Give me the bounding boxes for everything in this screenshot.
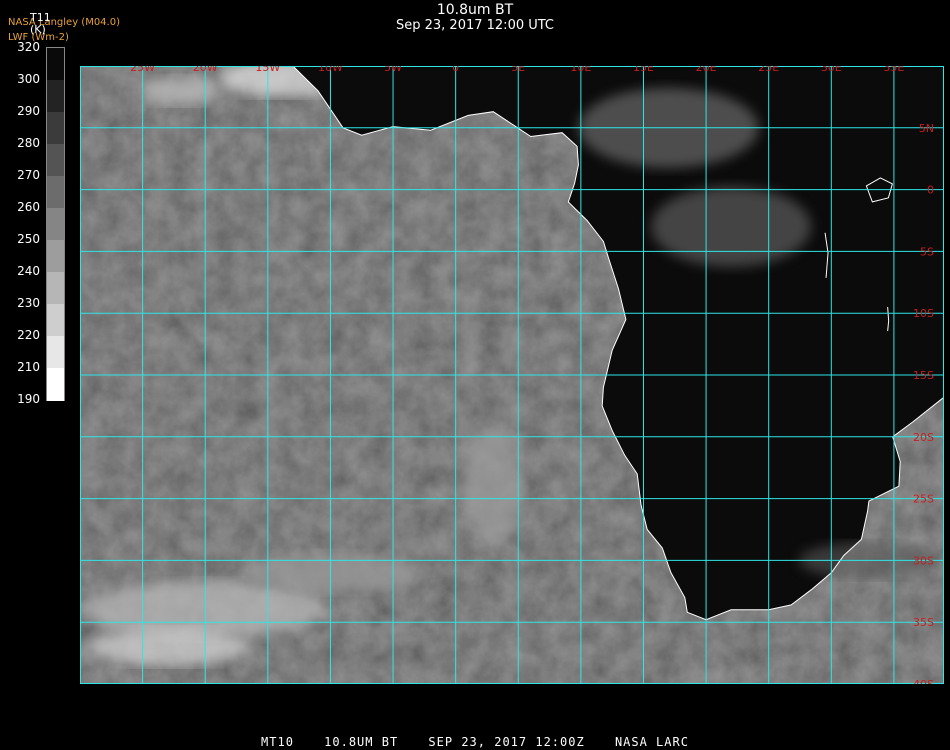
longitude-label: 25W (130, 66, 155, 74)
colorbar-segment (47, 240, 64, 273)
colorbar-segment (47, 336, 64, 369)
latitude-label: 35S (913, 616, 934, 629)
colorbar-tick-label: 290 (17, 104, 40, 118)
colorbar-segment (47, 80, 64, 113)
latitude-label: 5S (920, 245, 934, 258)
colorbar-tick-label: 240 (17, 264, 40, 278)
latitude-label: 20S (913, 431, 934, 444)
footer-channel: 10.8UM BT (324, 735, 399, 749)
latitude-label: 10S (913, 307, 934, 320)
colorbar-unit: (K) (30, 23, 46, 36)
footer-bar: MT10 10.8UM BT SEP 23, 2017 12:00Z NASA … (0, 735, 950, 749)
colorbar-segment (47, 48, 64, 81)
latitude-label: 30S (913, 554, 934, 567)
latitude-label: 15S (913, 369, 934, 382)
cloud-patch (87, 628, 248, 665)
longitude-label: 20E (696, 66, 717, 74)
longitude-label: 5W (384, 66, 402, 74)
colorbar-tick-label: 270 (17, 168, 40, 182)
colorbar-segment (47, 176, 64, 209)
longitude-label: 15W (255, 66, 280, 74)
colorbar-tick-label: 230 (17, 296, 40, 310)
cloud-patch (140, 76, 221, 105)
satellite-map: 25W 20W 15W 10W 5W 0 5E 10E 15E 20E 25E 30E 35E 5N 0 5S… (80, 66, 944, 684)
colorbar-tick-label: 190 (17, 392, 40, 406)
colorbar (46, 47, 65, 401)
longitude-label: 10E (570, 66, 591, 74)
map-subtitle: Sep 23, 2017 12:00 UTC (395, 18, 555, 33)
footer-satellite: MT10 (261, 735, 294, 749)
footer-source: NASA LARC (614, 735, 689, 749)
map-title: 10.8um BT (436, 2, 514, 18)
longitude-label: 30E (821, 66, 842, 74)
colorbar-segment (47, 208, 64, 241)
cloud-patch (463, 426, 524, 547)
longitude-label: 25E (758, 66, 779, 74)
colorbar-tick-label: 280 (17, 136, 40, 150)
cloud-over-land (651, 186, 812, 267)
colorbar-tick-label: 210 (17, 360, 40, 374)
credit-line-1: NASA Langley (M04.0) (8, 17, 120, 28)
colorbar-segment (47, 112, 64, 145)
footer-datetime: SEP 23, 2017 12:00Z (428, 735, 585, 749)
colorbar-segment (47, 368, 64, 401)
longitude-label: 10W (318, 66, 343, 74)
colorbar-tick-label: 220 (17, 328, 40, 342)
colorbar-tick-label: 260 (17, 200, 40, 214)
latitude-label: 25S (913, 493, 934, 506)
longitude-label: 0 (452, 66, 459, 74)
colorbar-segment (47, 272, 64, 305)
colorbar-segment (47, 304, 64, 337)
latitude-label: 5N (919, 122, 934, 135)
longitude-label: 15E (633, 66, 654, 74)
colorbar-tick-label: 320 (17, 40, 40, 54)
latitude-label: 0 (927, 184, 934, 197)
longitude-label: 20W (193, 66, 218, 74)
latitude-label: 40S (913, 678, 934, 684)
longitude-label: 35E (883, 66, 904, 74)
colorbar-tick-label: 300 (17, 72, 40, 86)
colorbar-tick-label: 250 (17, 232, 40, 246)
colorbar-segment (47, 144, 64, 177)
longitude-label: 5E (511, 66, 525, 74)
